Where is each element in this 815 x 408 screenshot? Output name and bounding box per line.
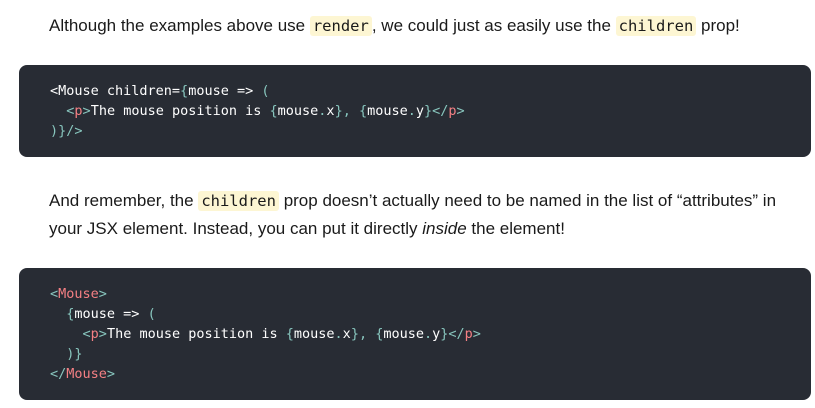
code-line: <Mouse> [50,284,811,304]
code-token: Mouse [66,366,107,382]
code-token: > [456,103,465,119]
code-token: The mouse position is [90,103,270,119]
code-token: mouse [367,103,408,119]
code-token: < [82,326,91,342]
code-block-children-inside: <Mouse> {mouse => ( <p>The mouse positio… [19,268,811,400]
code-token: y [415,103,424,119]
code-line: <p>The mouse position is {mouse.x}, {mou… [50,324,811,344]
emphasis-inside: inside [422,219,467,238]
paragraph-children-inside: And remember, the children prop doesn’t … [49,187,789,242]
code-token: mouse => [188,83,262,99]
code-line: <p>The mouse position is {mouse.x}, {mou… [50,101,811,121]
code-token: Mouse [58,286,99,302]
code-line: {mouse => ( [50,304,811,324]
paragraph-text: the element! [466,219,565,238]
code-line: )}/> [50,121,811,141]
code-token: <Mouse children= [50,83,181,99]
code-token: ( [147,306,156,322]
code-token: mouse => [74,306,148,322]
paragraph-text: Although the examples above use [49,16,310,35]
code-token: mouse [277,103,319,119]
code-token: /> [66,123,83,139]
code-token: . [407,103,416,119]
code-token: )} [50,123,67,139]
code-line: <Mouse children={mouse => ( [50,81,811,101]
paragraph-render-vs-children: Although the examples above use render, … [49,12,789,40]
code-token: { [180,83,189,99]
code-token: </ [50,366,67,382]
code-token: }, { [334,103,368,119]
code-token: . [423,326,433,342]
code-token: . [334,326,343,342]
code-token: > [472,326,481,342]
code-token: mouse [383,326,424,342]
paragraph-text: , we could just as easily use the [371,16,616,35]
code-token: }</ [424,103,449,119]
inline-code-children: children [615,16,697,36]
code-token: p [74,103,83,119]
code-token: p [90,326,99,342]
paragraph-text: prop! [696,16,740,35]
code-block-children-prop: <Mouse children={mouse => ( <p>The mouse… [19,65,811,157]
code-token: { [285,326,294,342]
inline-code-children: children [198,191,279,211]
inline-code-render: render [309,16,372,36]
code-line: )} [50,344,811,364]
code-token: > [98,286,107,302]
code-token: x [342,326,351,342]
code-token: x [326,103,335,119]
code-token: }, { [350,326,384,342]
code-token: p [464,326,473,342]
paragraph-text: And remember, the [49,191,199,210]
code-token: ( [261,83,270,99]
code-line: </Mouse> [50,364,811,384]
code-token: > [98,326,107,342]
code-token: The mouse position is [106,326,286,342]
code-token: )} [66,346,83,362]
code-token: mouse [293,326,335,342]
code-token: p [448,103,457,119]
code-token: }</ [440,326,465,342]
code-token: < [50,286,59,302]
code-token: > [106,366,116,382]
code-token: { [269,103,278,119]
code-token: > [82,103,91,119]
